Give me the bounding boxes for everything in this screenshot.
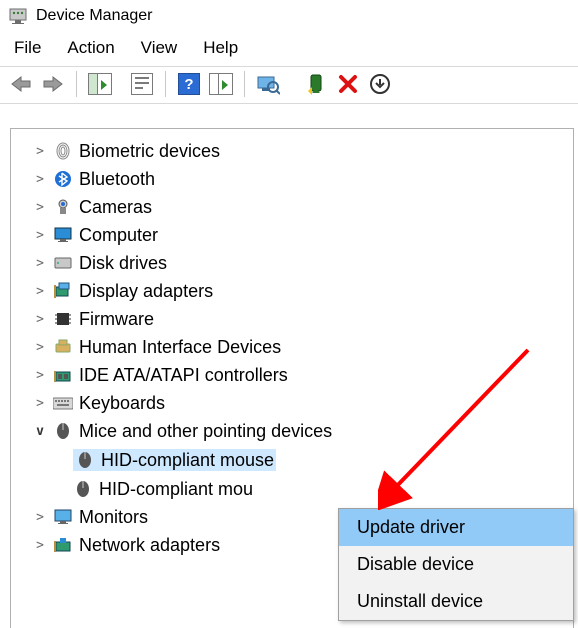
context-menu-item-uninstall[interactable]: Uninstall device bbox=[339, 583, 573, 620]
mouse-icon bbox=[73, 479, 93, 499]
expand-icon[interactable]: > bbox=[33, 313, 47, 326]
node-label: Firmware bbox=[79, 310, 154, 328]
node-label: Computer bbox=[79, 226, 158, 244]
node-label: Display adapters bbox=[79, 282, 213, 300]
toolbar: ? bbox=[0, 66, 578, 104]
tree-node-cameras[interactable]: > Cameras bbox=[33, 193, 573, 221]
expand-icon[interactable]: > bbox=[33, 397, 47, 410]
expand-icon[interactable]: > bbox=[33, 173, 47, 186]
display-adapter-icon bbox=[53, 281, 73, 301]
tree-leaf-hid-mouse-1[interactable]: HID-compliant mouse bbox=[73, 445, 573, 475]
device-tree[interactable]: > Biometric devices > Bluetooth > Camera… bbox=[11, 129, 573, 559]
fingerprint-icon bbox=[53, 141, 73, 161]
node-label: HID-compliant mou bbox=[99, 480, 253, 498]
expand-icon[interactable]: v bbox=[33, 425, 47, 438]
forward-button[interactable] bbox=[38, 69, 68, 99]
hid-icon bbox=[53, 337, 73, 357]
tree-node-disk[interactable]: > Disk drives bbox=[33, 249, 573, 277]
menu-view[interactable]: View bbox=[141, 38, 178, 58]
node-label: Monitors bbox=[79, 508, 148, 526]
expand-icon[interactable]: > bbox=[33, 145, 47, 158]
chip-icon bbox=[53, 309, 73, 329]
node-label: Cameras bbox=[79, 198, 152, 216]
tree-node-mice[interactable]: v Mice and other pointing devices bbox=[33, 417, 573, 445]
expand-icon[interactable]: > bbox=[33, 341, 47, 354]
disable-device-button[interactable] bbox=[333, 69, 363, 99]
expand-icon[interactable]: > bbox=[33, 285, 47, 298]
toolbar-separator bbox=[76, 71, 77, 97]
expand-icon[interactable]: > bbox=[33, 201, 47, 214]
node-label: IDE ATA/ATAPI controllers bbox=[79, 366, 288, 384]
properties-button[interactable] bbox=[127, 69, 157, 99]
expand-icon[interactable]: > bbox=[33, 369, 47, 382]
title-bar: Device Manager bbox=[0, 0, 578, 32]
node-label: Keyboards bbox=[79, 394, 165, 412]
menu-file[interactable]: File bbox=[14, 38, 41, 58]
expand-icon[interactable]: > bbox=[33, 539, 47, 552]
enable-device-button[interactable] bbox=[301, 69, 331, 99]
app-icon bbox=[8, 6, 28, 26]
uninstall-device-button[interactable] bbox=[365, 69, 395, 99]
window-title: Device Manager bbox=[36, 7, 153, 25]
node-label: Bluetooth bbox=[79, 170, 155, 188]
tree-node-bluetooth[interactable]: > Bluetooth bbox=[33, 165, 573, 193]
ide-icon bbox=[53, 365, 73, 385]
menu-bar: File Action View Help bbox=[0, 32, 578, 66]
toolbar-separator bbox=[165, 71, 166, 97]
node-label: Mice and other pointing devices bbox=[79, 422, 332, 440]
camera-icon bbox=[53, 197, 73, 217]
tree-node-keyboards[interactable]: > Keyboards bbox=[33, 389, 573, 417]
disk-icon bbox=[53, 253, 73, 273]
back-button[interactable] bbox=[6, 69, 36, 99]
expand-icon[interactable]: > bbox=[33, 511, 47, 524]
show-hide-tree-button[interactable] bbox=[85, 69, 115, 99]
tree-node-display[interactable]: > Display adapters bbox=[33, 277, 573, 305]
tree-children-mice: HID-compliant mouse HID-compliant mou bbox=[73, 445, 573, 503]
keyboard-icon bbox=[53, 393, 73, 413]
tree-node-computer[interactable]: > Computer bbox=[33, 221, 573, 249]
tree-node-hid[interactable]: > Human Interface Devices bbox=[33, 333, 573, 361]
monitor-icon bbox=[53, 225, 73, 245]
node-label: Network adapters bbox=[79, 536, 220, 554]
tree-node-firmware[interactable]: > Firmware bbox=[33, 305, 573, 333]
tree-leaf-hid-mouse-2[interactable]: HID-compliant mou bbox=[73, 475, 573, 503]
toolbar-separator bbox=[244, 71, 245, 97]
expand-icon[interactable]: > bbox=[33, 229, 47, 242]
context-menu-item-disable[interactable]: Disable device bbox=[339, 546, 573, 583]
scan-hardware-button[interactable] bbox=[253, 69, 283, 99]
menu-action[interactable]: Action bbox=[67, 38, 114, 58]
mouse-icon bbox=[53, 421, 73, 441]
context-menu: Update driver Disable device Uninstall d… bbox=[338, 508, 574, 621]
context-menu-item-update[interactable]: Update driver bbox=[339, 509, 573, 546]
bluetooth-icon bbox=[53, 169, 73, 189]
help-button[interactable]: ? bbox=[174, 69, 204, 99]
mouse-icon bbox=[75, 450, 95, 470]
tree-node-biometric[interactable]: > Biometric devices bbox=[33, 137, 573, 165]
monitor-icon bbox=[53, 507, 73, 527]
network-icon bbox=[53, 535, 73, 555]
expand-icon[interactable]: > bbox=[33, 257, 47, 270]
node-label: Human Interface Devices bbox=[79, 338, 281, 356]
tree-node-ide[interactable]: > IDE ATA/ATAPI controllers bbox=[33, 361, 573, 389]
node-label: Disk drives bbox=[79, 254, 167, 272]
menu-help[interactable]: Help bbox=[203, 38, 238, 58]
action-button[interactable] bbox=[206, 69, 236, 99]
node-label: Biometric devices bbox=[79, 142, 220, 160]
node-label: HID-compliant mouse bbox=[101, 451, 274, 469]
